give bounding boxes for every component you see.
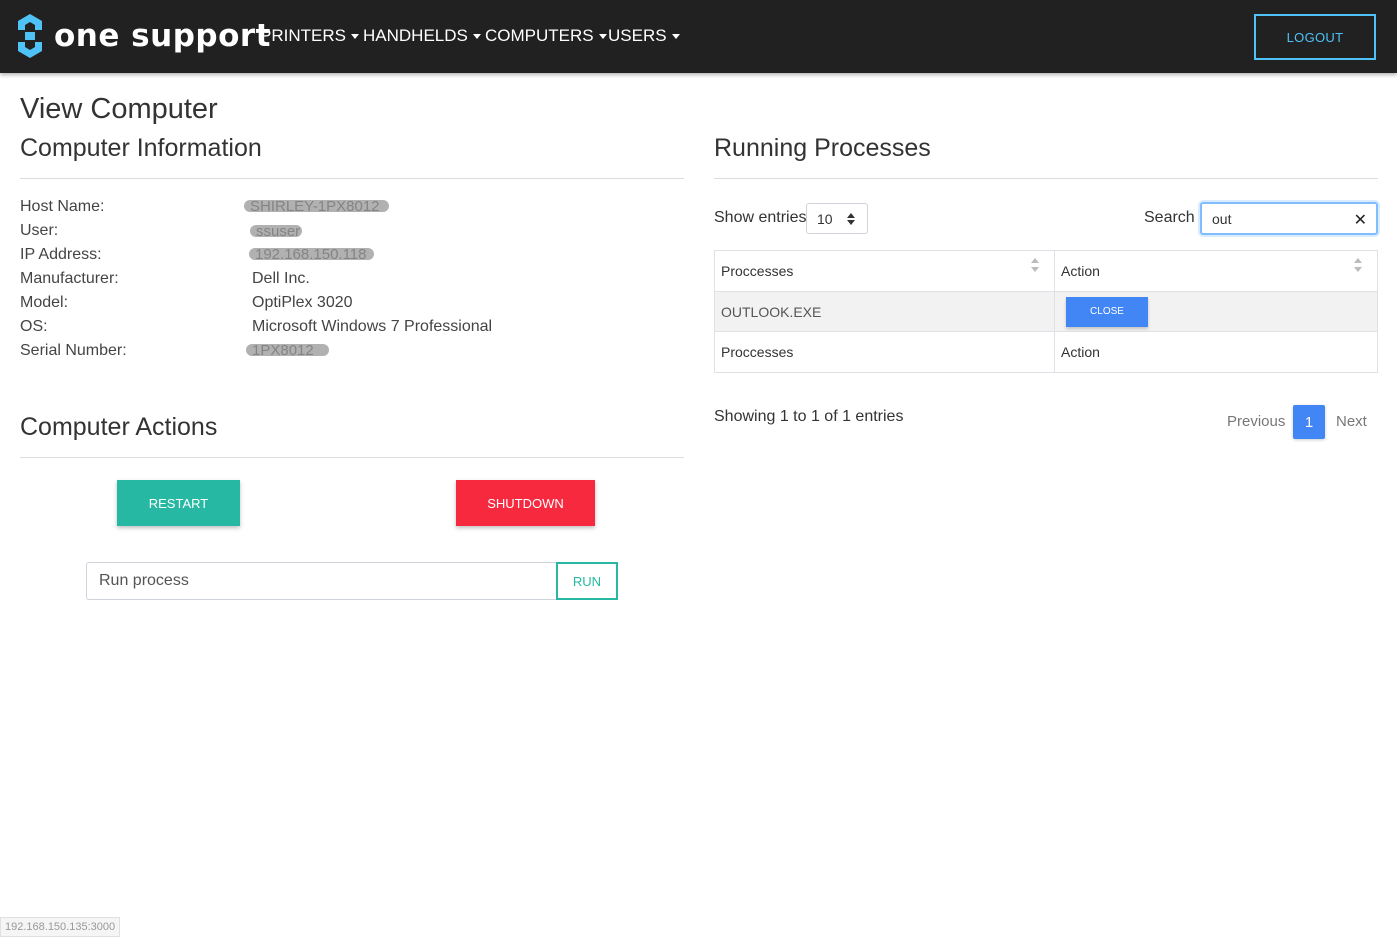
sort-arrows-icon — [847, 213, 855, 225]
brand-name: one support — [54, 18, 271, 54]
pagination-previous[interactable]: Previous — [1227, 413, 1285, 430]
serial-number-label: Serial Number: — [20, 342, 127, 359]
computer-actions-heading: Computer Actions — [20, 413, 218, 441]
nav-printers-label: PRINTERS — [260, 26, 346, 45]
nav-printers[interactable]: PRINTERS — [260, 25, 359, 47]
manufacturer-value: Dell Inc. — [252, 270, 310, 287]
sort-icon — [1354, 258, 1362, 272]
nav-users[interactable]: USERS — [608, 25, 680, 47]
page-title: View Computer — [20, 93, 218, 125]
ip-address-label: IP Address: — [20, 246, 102, 263]
serial-number-value: 1PX8012 — [246, 344, 329, 356]
entries-select[interactable]: 10 — [806, 203, 868, 234]
user-value: ssuser — [250, 225, 302, 237]
column-header-label: Proccesses — [721, 263, 794, 279]
restart-button[interactable]: RESTART — [117, 480, 240, 526]
clear-search-icon[interactable]: ✕ — [1354, 210, 1367, 230]
nav-handhelds[interactable]: HANDHELDS — [363, 25, 481, 47]
processes-table: Proccesses Action OUTLOOK.EXE CLOSE Proc… — [714, 250, 1378, 373]
action-cell: CLOSE — [1054, 291, 1378, 332]
manufacturer-label: Manufacturer: — [20, 270, 119, 287]
pagination-next[interactable]: Next — [1336, 413, 1367, 430]
nav-handhelds-label: HANDHELDS — [363, 26, 468, 45]
footer-processes: Proccesses — [714, 331, 1055, 373]
column-header-action[interactable]: Action — [1054, 250, 1378, 292]
computer-info-heading: Computer Information — [20, 134, 262, 162]
divider — [714, 178, 1378, 179]
brand-logo-icon — [18, 14, 42, 58]
divider — [20, 178, 684, 179]
chevron-down-icon — [598, 33, 607, 39]
logout-button[interactable]: LOGOUT — [1254, 14, 1376, 60]
run-process-input[interactable] — [86, 562, 556, 600]
model-label: Model: — [20, 294, 69, 311]
running-processes-heading: Running Processes — [714, 134, 931, 162]
chevron-down-icon — [671, 33, 680, 39]
brand[interactable]: one support — [18, 14, 271, 58]
chevron-down-icon — [472, 33, 481, 39]
table-info: Showing 1 to 1 of 1 entries — [714, 408, 904, 425]
column-header-label: Action — [1061, 263, 1100, 279]
nav-computers[interactable]: COMPUTERS — [485, 25, 607, 47]
show-entries-label: Show entries — [714, 209, 807, 226]
search-field[interactable]: ✕ — [1200, 202, 1378, 235]
entries-select-value: 10 — [817, 210, 833, 227]
search-label: Search — [1144, 209, 1195, 226]
chevron-down-icon — [350, 33, 359, 39]
user-label: User: — [20, 222, 59, 239]
process-name-cell: OUTLOOK.EXE — [714, 291, 1055, 332]
ip-address-value: 192.168.150.118 — [249, 248, 374, 260]
top-navbar: one support PRINTERS HANDHELDS COMPUTERS… — [0, 0, 1397, 73]
shutdown-button[interactable]: SHUTDOWN — [456, 480, 595, 526]
column-header-processes[interactable]: Proccesses — [714, 250, 1055, 292]
host-name-value: SHIRLEY-1PX8012 — [244, 200, 389, 212]
os-value: Microsoft Windows 7 Professional — [252, 318, 493, 335]
nav-users-label: USERS — [608, 26, 667, 45]
os-label: OS: — [20, 318, 48, 335]
table-row: OUTLOOK.EXE CLOSE — [714, 291, 1378, 332]
table-footer-row: Proccesses Action — [714, 331, 1378, 373]
nav-computers-label: COMPUTERS — [485, 26, 594, 45]
search-input[interactable] — [1210, 209, 1344, 228]
pagination-page-1[interactable]: 1 — [1293, 405, 1325, 439]
host-name-label: Host Name: — [20, 198, 105, 215]
divider — [20, 457, 684, 458]
footer-action: Action — [1054, 331, 1378, 373]
run-button[interactable]: RUN — [556, 562, 618, 600]
close-process-button[interactable]: CLOSE — [1066, 296, 1148, 327]
model-value: OptiPlex 3020 — [252, 294, 353, 311]
sort-icon — [1031, 258, 1039, 272]
status-bar-url: 192.168.150.135:3000 — [0, 917, 121, 937]
table-header-row: Proccesses Action — [714, 250, 1378, 292]
